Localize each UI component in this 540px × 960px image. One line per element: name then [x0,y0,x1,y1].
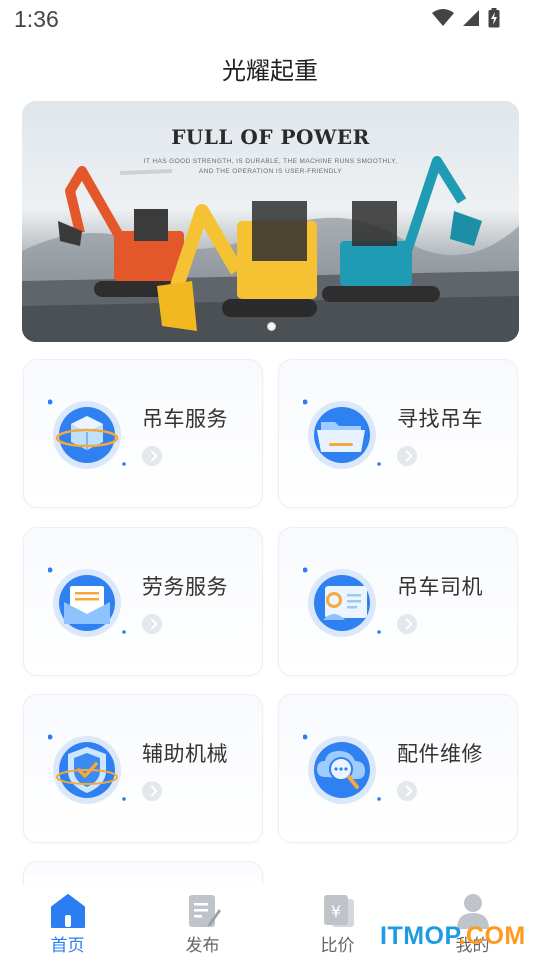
banner-subline-2: AND THE OPERATION IS USER-FRIENDLY [198,168,343,175]
status-icons [432,8,500,28]
banner-subline-1: IT HAS GOOD STRENGTH, IS DURABLE, THE MA… [143,158,398,165]
chevron-right-icon[interactable] [397,781,417,801]
labor-service-envelope-icon [48,567,126,637]
chevron-right-icon[interactable] [397,614,417,634]
card-labor-service[interactable]: 劳务服务 [23,527,263,676]
cellular-signal-icon [463,10,479,26]
card-label: 吊车司机 [397,575,483,599]
watermark-suffix: .COM [458,922,526,950]
card-parts-repair[interactable]: 配件维修 [278,694,518,843]
tab-label: 首页 [50,936,85,956]
battery-charging-icon [488,8,500,28]
chevron-right-icon[interactable] [142,446,162,466]
card-label: 配件维修 [397,742,483,766]
tab-publish[interactable]: 发布 [135,885,270,960]
card-crane-service[interactable]: 吊车服务 [23,359,263,508]
site-watermark: ITMOP.COM [380,922,526,951]
page-title: 光耀起重 [222,57,318,85]
chevron-right-icon[interactable] [142,614,162,634]
parts-repair-chat-cloud-icon [303,734,381,804]
chevron-right-icon[interactable] [397,446,417,466]
chevron-right-icon[interactable] [142,781,162,801]
tab-home[interactable]: 首页 [0,885,135,960]
home-icon [51,894,85,928]
card-label: 寻找吊车 [397,407,483,431]
auxiliary-machinery-shield-icon [48,734,126,804]
tab-label: 发布 [185,936,220,956]
status-bar: 1:36 [0,0,540,40]
card-label: 辅助机械 [142,742,228,766]
crane-driver-id-card-icon [303,567,381,637]
card-label: 劳务服务 [142,575,228,599]
status-time: 1:36 [14,6,59,32]
wifi-icon [432,9,454,26]
crane-service-cube-icon [48,399,126,469]
card-crane-driver[interactable]: 吊车司机 [278,527,518,676]
promo-banner[interactable]: FULL OF POWER IT HAS GOOD STRENGTH, IS D… [22,101,519,342]
banner-page-indicator[interactable] [267,322,276,331]
watermark-text: ITMOP [380,922,459,950]
svg-text:¥: ¥ [331,902,341,921]
card-find-crane[interactable]: 寻找吊车 [278,359,518,508]
banner-headline: FULL OF POWER [171,125,370,149]
card-auxiliary-machinery[interactable]: 辅助机械 [23,694,263,843]
find-crane-folder-icon [303,399,381,469]
card-label: 吊车服务 [142,407,228,431]
yellow-excavator [157,201,317,331]
price-compare-icon: ¥ [324,895,354,927]
publish-icon [189,895,221,927]
card-partial[interactable] [23,861,263,885]
